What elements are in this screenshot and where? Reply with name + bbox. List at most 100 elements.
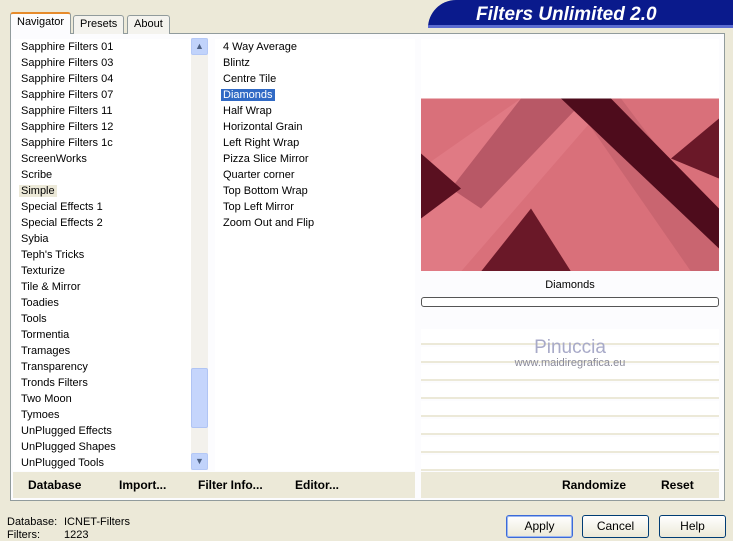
list-item[interactable]: Sapphire Filters 12	[13, 119, 191, 135]
list-item[interactable]: Top Left Mirror	[215, 199, 415, 215]
tab-presets[interactable]: Presets	[73, 15, 125, 34]
list-item[interactable]: 4 Way Average	[215, 39, 415, 55]
param-row	[421, 383, 719, 399]
list-item[interactable]: Zoom Out and Flip	[215, 215, 415, 231]
list-item-label: Simple	[19, 185, 57, 197]
scroll-thumb[interactable]	[191, 368, 208, 428]
list-item-label: Texturize	[21, 265, 66, 277]
list-item[interactable]: Tools	[13, 311, 191, 327]
list-item[interactable]: Tramages	[13, 343, 191, 359]
list-item-label: Centre Tile	[223, 73, 277, 85]
window-title: Filters Unlimited 2.0	[428, 0, 733, 28]
list-item[interactable]: Texturize	[13, 263, 191, 279]
help-button[interactable]: Help	[659, 515, 726, 538]
list-item[interactable]: Pizza Slice Mirror	[215, 151, 415, 167]
list-item[interactable]: Sapphire Filters 07	[13, 87, 191, 103]
list-item[interactable]: UnPlugged Shapes	[13, 439, 191, 455]
list-item-label: Two Moon	[21, 393, 72, 405]
list-item-label: Transparency	[21, 361, 88, 373]
list-item-label: Toadies	[21, 297, 59, 309]
list-item[interactable]: Sapphire Filters 04	[13, 71, 191, 87]
list-item-label: Zoom Out and Flip	[223, 217, 315, 229]
preview-area	[421, 39, 719, 271]
list-item-label: Tools	[21, 313, 47, 325]
list-item[interactable]: Blintz	[215, 55, 415, 71]
list-item-label: Blintz	[223, 57, 250, 69]
list-item[interactable]: Special Effects 2	[13, 215, 191, 231]
status-filters-label: Filters:	[7, 529, 40, 541]
editor-button[interactable]: Editor...	[295, 478, 339, 492]
list-item[interactable]: Special Effects 1	[13, 199, 191, 215]
watermark-url: www.maidiregrafica.eu	[514, 357, 626, 369]
list-item[interactable]: Sapphire Filters 01	[13, 39, 191, 55]
list-item-label: Sapphire Filters 07	[21, 89, 114, 101]
tab-about[interactable]: About	[127, 15, 170, 34]
list-item[interactable]: Tronds Filters	[13, 375, 191, 391]
list-item-label: Tronds Filters	[21, 377, 88, 389]
list-item[interactable]: UnPlugged Effects	[13, 423, 191, 439]
list-item[interactable]: Scribe	[13, 167, 191, 183]
category-list[interactable]: Sapphire Filters 01 Sapphire Filters 03 Sa…	[13, 39, 191, 471]
tab-navigator[interactable]: Navigator	[10, 12, 72, 34]
list-item[interactable]: Half Wrap	[215, 103, 415, 119]
param-row	[421, 455, 719, 471]
list-item-label: Sapphire Filters 11	[21, 105, 113, 117]
list-item[interactable]: Left Right Wrap	[215, 135, 415, 151]
status-database-label: Database:	[7, 516, 58, 528]
list-item-label: UnPlugged Shapes	[21, 441, 116, 453]
scroll-down-icon[interactable]: ▼	[191, 453, 208, 470]
list-item-label: Scribe	[21, 169, 53, 181]
list-item[interactable]: Horizontal Grain	[215, 119, 415, 135]
list-item-label: Top Left Mirror	[223, 201, 294, 213]
list-item-label: Horizontal Grain	[223, 121, 303, 133]
list-item[interactable]: Teph's Tricks	[13, 247, 191, 263]
preview-filter-name: Diamonds	[545, 279, 595, 291]
list-item-label: Sapphire Filters 01	[21, 41, 114, 53]
filter-list[interactable]: 4 Way Average Blintz Centre Tile Diamonds Ha…	[215, 39, 415, 471]
list-item[interactable]: Transparency	[13, 359, 191, 375]
list-item[interactable]: UnPlugged Tools	[13, 455, 191, 471]
list-item[interactable]: Sapphire Filters 1c	[13, 135, 191, 151]
list-item[interactable]: Toadies	[13, 295, 191, 311]
list-item-label: Pizza Slice Mirror	[223, 153, 309, 165]
list-item-label: Sapphire Filters 12	[21, 121, 114, 133]
list-item[interactable]: Sapphire Filters 03	[13, 55, 191, 71]
list-item-label: Special Effects 2	[21, 217, 103, 229]
list-item-label: ScreenWorks	[21, 153, 87, 165]
category-scrollbar[interactable]: ▲ ▼	[191, 38, 208, 470]
database-button[interactable]: Database	[28, 478, 81, 492]
list-item[interactable]: Tymoes	[13, 407, 191, 423]
list-item-label: Special Effects 1	[21, 201, 103, 213]
status-database-value: ICNET-Filters	[64, 516, 130, 528]
apply-button[interactable]: Apply	[506, 515, 573, 538]
import-button[interactable]: Import...	[119, 478, 166, 492]
list-item[interactable]: Sybia	[13, 231, 191, 247]
list-item[interactable]: Tormentia	[13, 327, 191, 343]
list-item-label: Top Bottom Wrap	[223, 185, 308, 197]
randomize-button[interactable]: Randomize	[562, 478, 626, 492]
list-item[interactable]: Quarter corner	[215, 167, 415, 183]
list-item[interactable]: Centre Tile	[215, 71, 415, 87]
list-item-label: Tormentia	[21, 329, 70, 341]
scroll-up-icon[interactable]: ▲	[191, 38, 208, 55]
list-item[interactable]: ScreenWorks	[13, 151, 191, 167]
list-item-label: Teph's Tricks	[21, 249, 85, 261]
list-item-label: Sybia	[21, 233, 49, 245]
list-item[interactable]: Diamonds	[215, 87, 415, 103]
filter-info-button[interactable]: Filter Info...	[198, 478, 263, 492]
list-item-label: Quarter corner	[223, 169, 295, 181]
watermark-name: Pinuccia	[534, 337, 606, 358]
list-item-label: UnPlugged Effects	[21, 425, 112, 437]
list-item[interactable]: Two Moon	[13, 391, 191, 407]
list-item-label: UnPlugged Tools	[21, 457, 104, 469]
list-item-label: Tymoes	[21, 409, 60, 421]
list-item[interactable]: Top Bottom Wrap	[215, 183, 415, 199]
param-row	[421, 419, 719, 435]
reset-button[interactable]: Reset	[661, 478, 694, 492]
preview-image	[421, 98, 719, 271]
list-item[interactable]: Tile & Mirror	[13, 279, 191, 295]
list-item[interactable]: Simple	[13, 183, 191, 199]
list-item[interactable]: Sapphire Filters 11	[13, 103, 191, 119]
list-item-label: 4 Way Average	[223, 41, 297, 53]
cancel-button[interactable]: Cancel	[582, 515, 649, 538]
